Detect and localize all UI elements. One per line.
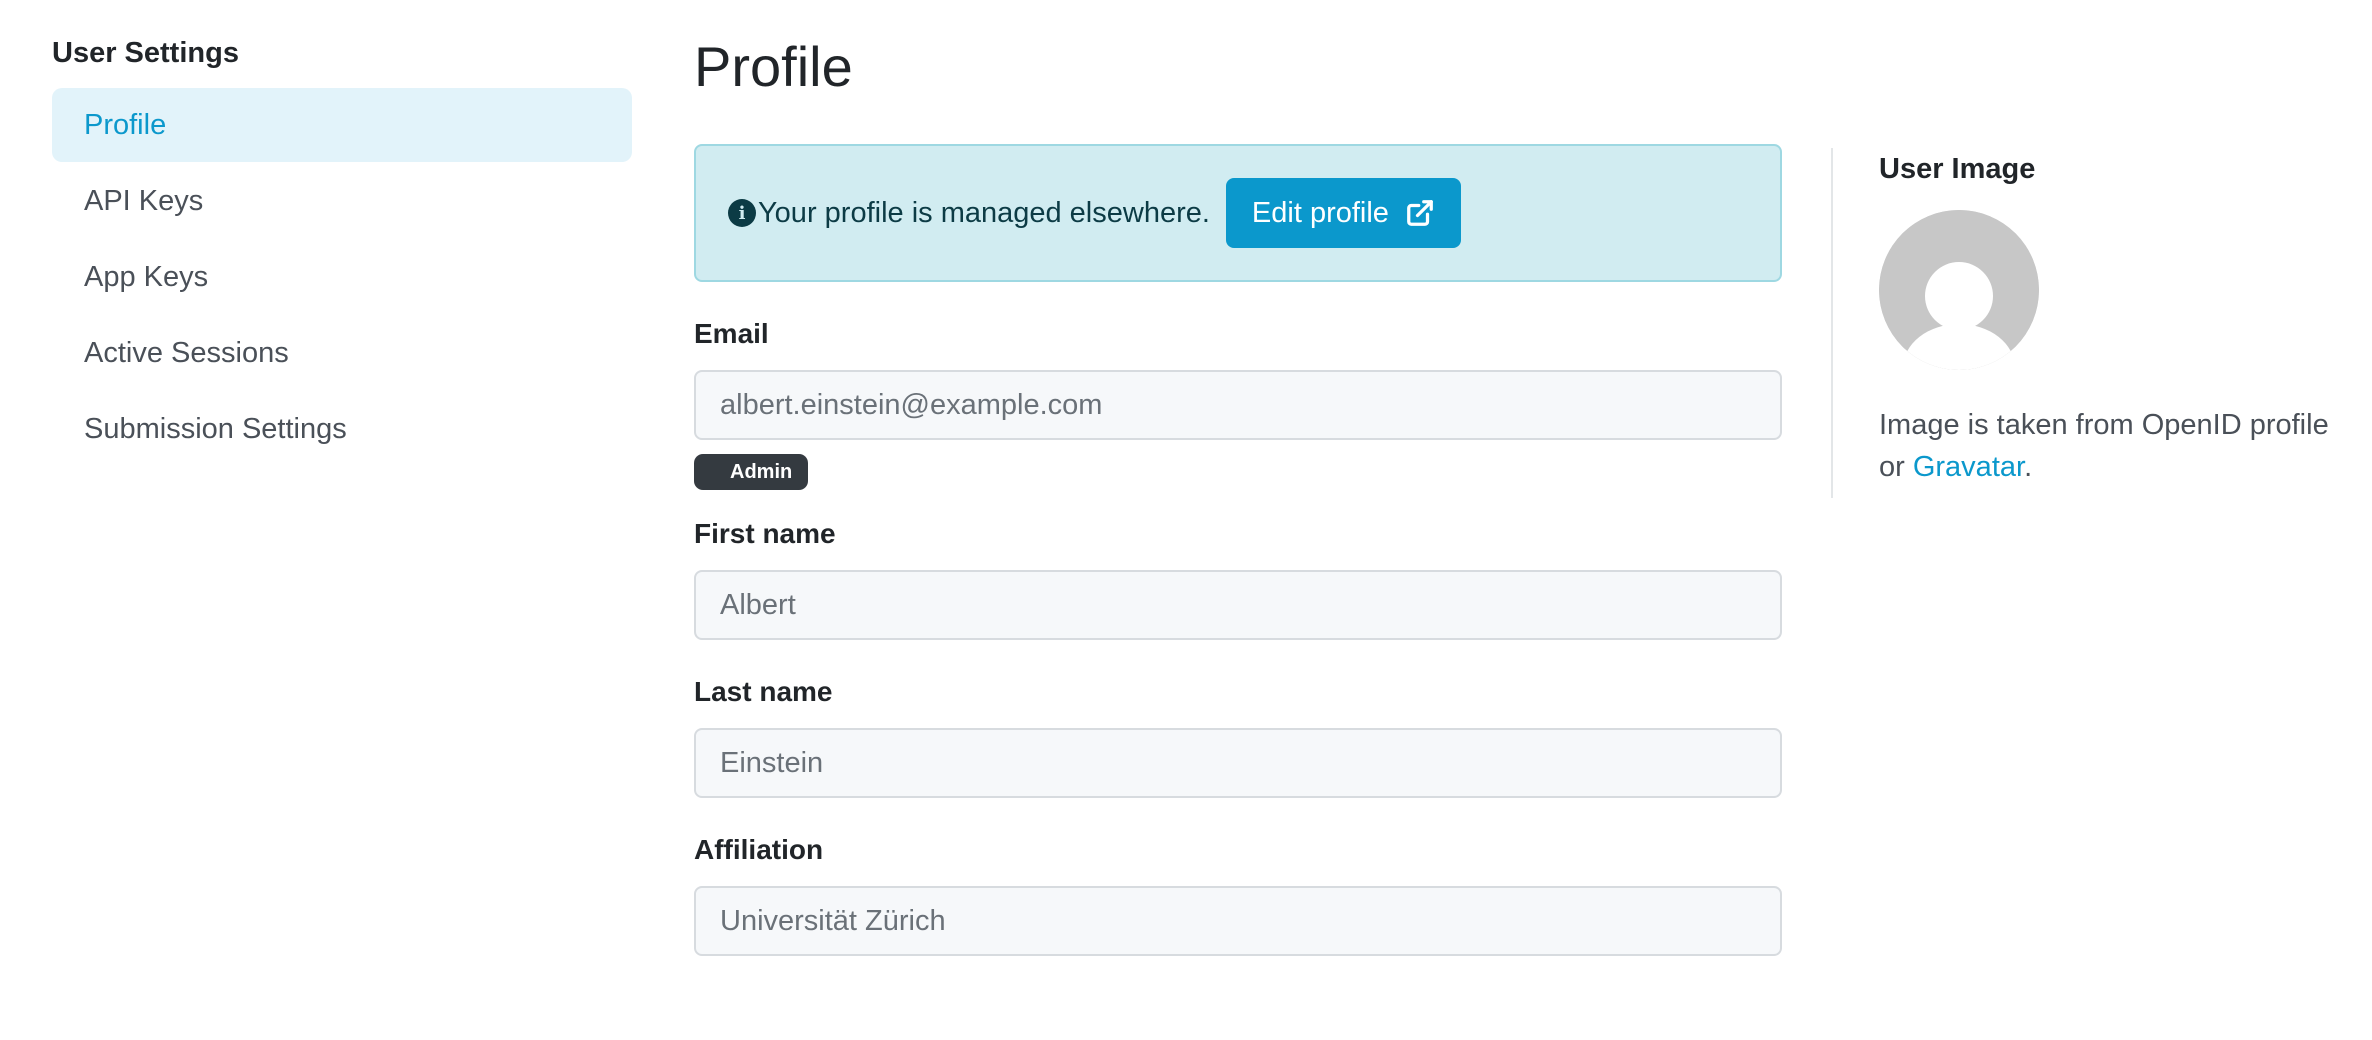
sidebar-title: User Settings: [52, 37, 239, 69]
sidebar-item-api-keys[interactable]: API Keys: [52, 164, 632, 238]
sidebar-item-submission-settings[interactable]: Submission Settings: [52, 392, 632, 466]
user-image-panel: User Image Image is taken from OpenID pr…: [1879, 148, 2359, 488]
default-avatar-icon: [1879, 210, 2039, 370]
managed-profile-alert: i Your profile is managed elsewhere. Edi…: [694, 144, 1782, 282]
profile-main: Profile i Your profile is managed elsewh…: [694, 32, 1782, 956]
edit-profile-label: Edit profile: [1251, 196, 1389, 229]
column-divider: [1831, 148, 1833, 498]
info-circle-icon: i: [728, 199, 756, 227]
email-label: Email: [694, 318, 769, 349]
gravatar-link[interactable]: Gravatar: [1913, 451, 2024, 483]
first-name-label: First name: [694, 518, 836, 549]
first-name-field[interactable]: [694, 570, 1782, 640]
admin-badge: Admin: [694, 454, 809, 490]
last-name-label: Last name: [694, 676, 833, 707]
alert-text: Your profile is managed elsewhere.: [758, 196, 1210, 229]
edit-profile-button[interactable]: Edit profile: [1225, 178, 1461, 248]
affiliation-field[interactable]: [694, 886, 1782, 956]
settings-sidebar: User Settings Profile API Keys App Keys …: [52, 32, 632, 468]
page-title: Profile: [694, 35, 853, 98]
user-image-text-end: .: [2024, 451, 2033, 483]
page: User Settings Profile API Keys App Keys …: [0, 0, 2372, 1040]
external-link-icon: [1405, 198, 1435, 228]
sidebar-item-profile[interactable]: Profile: [52, 88, 632, 162]
avatar: [1879, 210, 2039, 370]
affiliation-label: Affiliation: [694, 834, 824, 865]
user-image-title: User Image: [1879, 153, 2036, 185]
sidebar-item-active-sessions[interactable]: Active Sessions: [52, 316, 632, 390]
user-image-description: Image is taken from OpenID profile or Gr…: [1879, 404, 2359, 488]
sidebar-item-app-keys[interactable]: App Keys: [52, 240, 632, 314]
email-field[interactable]: [694, 370, 1782, 440]
last-name-field[interactable]: [694, 728, 1782, 798]
